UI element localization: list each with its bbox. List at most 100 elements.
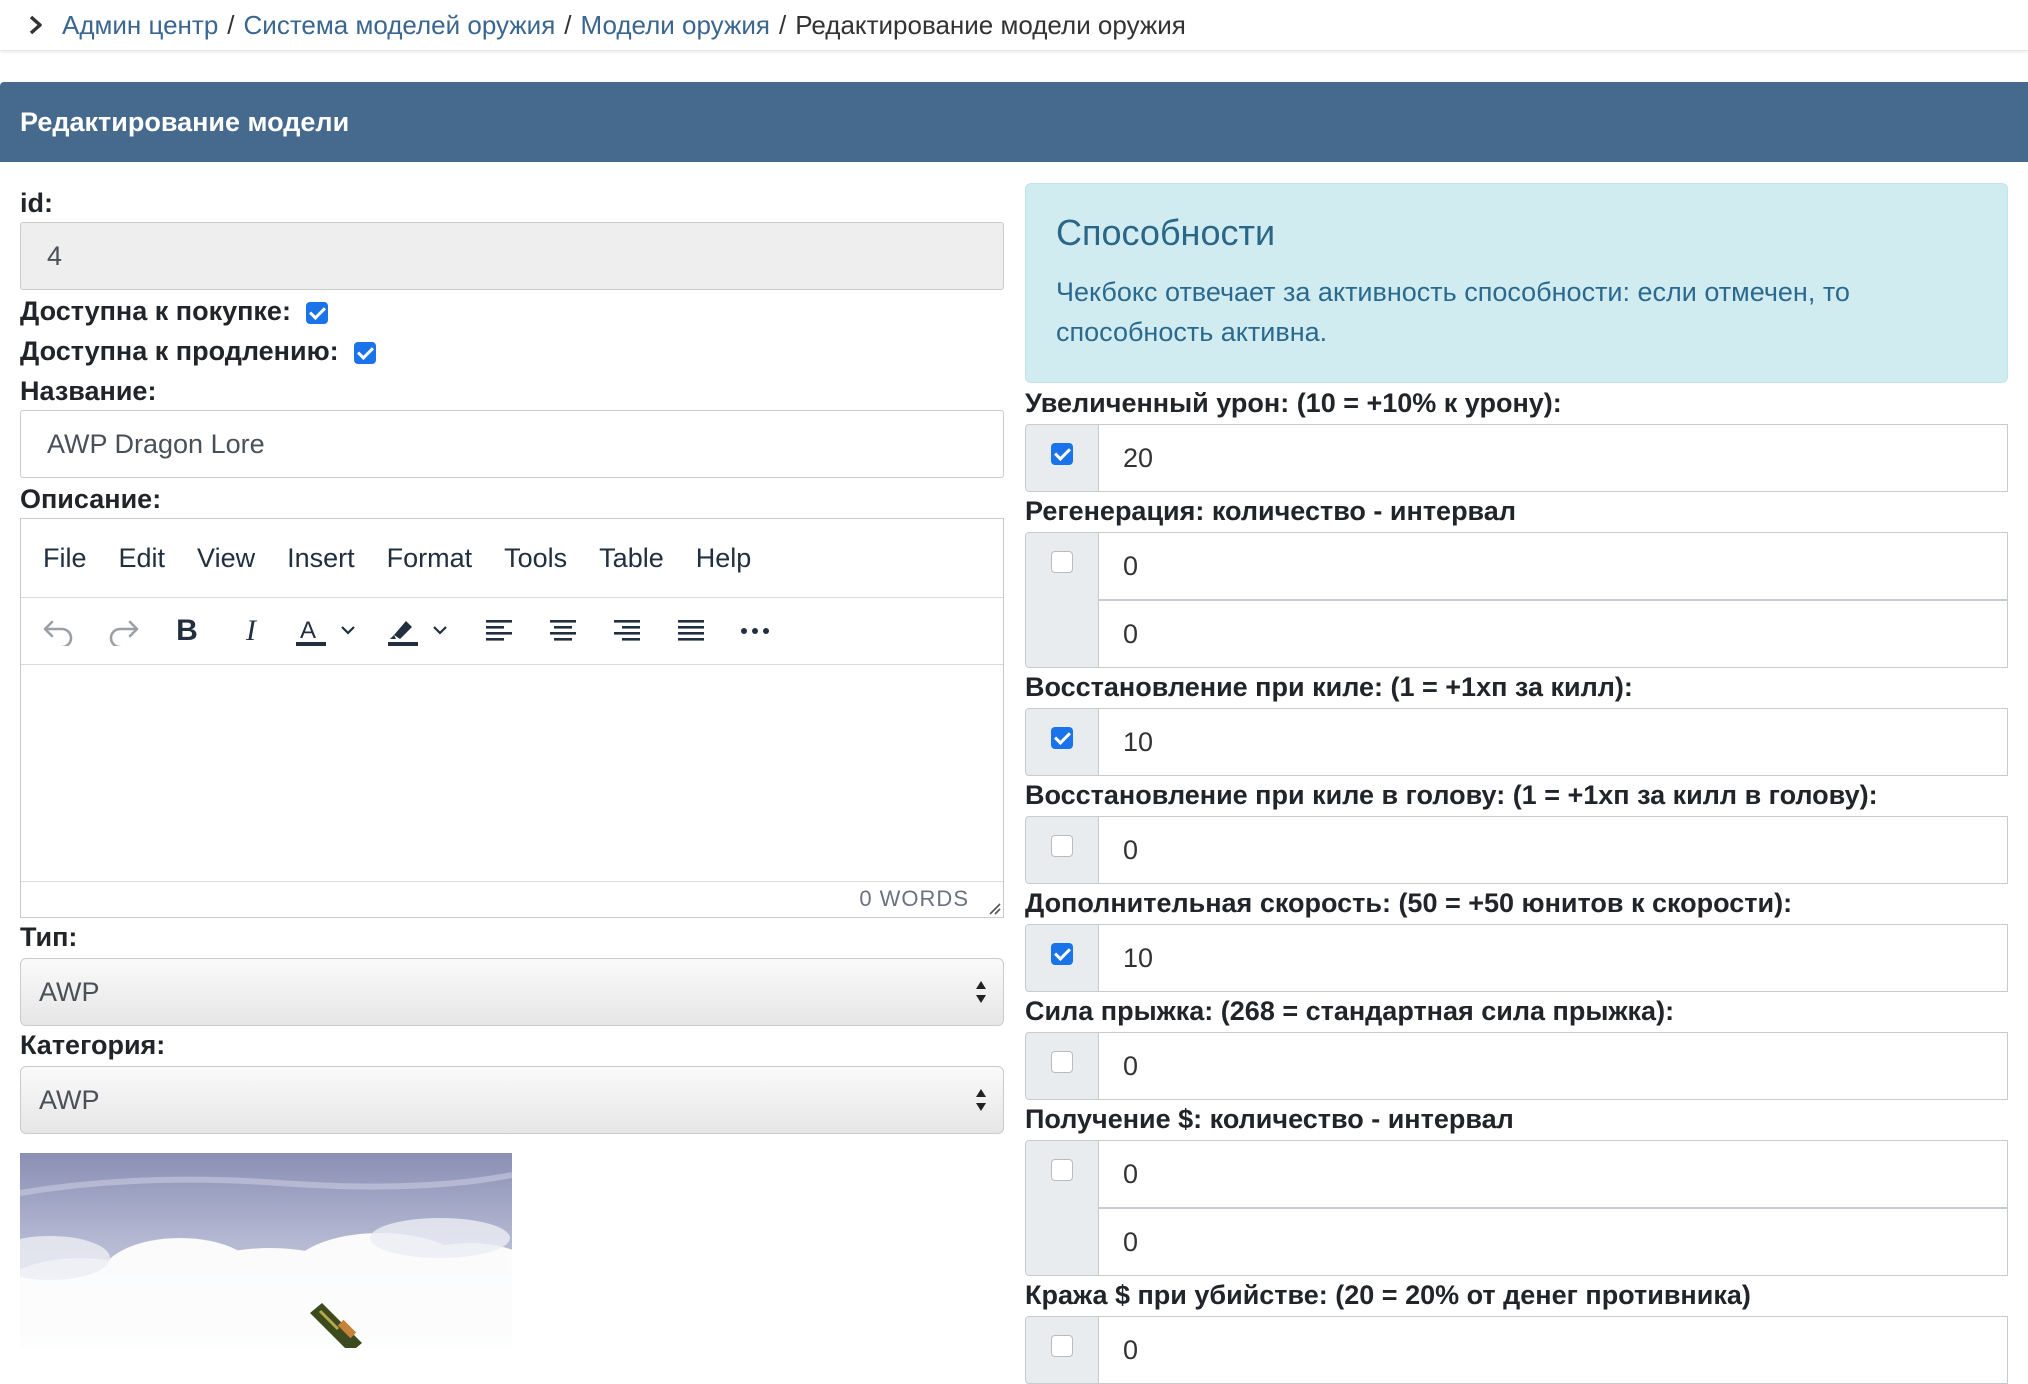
ability-input-money-interval[interactable]: 0 (1098, 1208, 2008, 1276)
ability-toggle-addon (1025, 424, 1099, 492)
ability-input-damage[interactable]: 20 (1098, 424, 2008, 492)
align-right-icon[interactable] (603, 607, 651, 655)
align-left-icon[interactable] (475, 607, 523, 655)
breadcrumb-link-admin-center[interactable]: Админ центр (62, 10, 218, 41)
ability-toggle-addon (1025, 1140, 1099, 1276)
align-justify-icon[interactable] (667, 607, 715, 655)
text-color-icon[interactable]: A (291, 607, 367, 655)
breadcrumb-link-weapon-models-system[interactable]: Система моделей оружия (244, 10, 556, 41)
ability-input-kill-heal[interactable]: 10 (1098, 708, 2008, 776)
ability-input-speed[interactable]: 10 (1098, 924, 2008, 992)
type-select[interactable]: AWP (20, 958, 1004, 1026)
renew-available-label: Доступна к продлению: (20, 336, 339, 366)
ability-input-regen-amount[interactable]: 0 (1098, 532, 2008, 600)
ability-row-headshot-heal: 0 (1025, 816, 2008, 884)
weapon-preview-image (20, 1153, 512, 1348)
ability-value: 0 (1123, 1158, 1139, 1189)
ability-value: 10 (1123, 726, 1154, 757)
buy-available-label: Доступна к покупке: (20, 296, 291, 326)
name-input[interactable]: AWP Dragon Lore (20, 410, 1004, 478)
undo-icon[interactable] (35, 607, 83, 655)
ability-label-speed: Дополнительная скорость: (50 = +50 юнито… (1025, 888, 1793, 918)
menu-insert[interactable]: Insert (271, 543, 371, 574)
rich-text-editor: File Edit View Insert Format Tools Table… (20, 518, 1004, 918)
ability-row-regen: 0 0 (1025, 532, 2008, 668)
card-title: Редактирование модели (20, 106, 350, 137)
ability-input-regen-interval[interactable]: 0 (1098, 600, 2008, 668)
highlight-icon[interactable] (383, 607, 459, 655)
chevron-right-icon (29, 15, 42, 35)
menu-edit[interactable]: Edit (103, 543, 182, 574)
category-select[interactable]: AWP (20, 1066, 1004, 1134)
ability-label-damage: Увеличенный урон: (10 = +10% к урону): (1025, 388, 1562, 418)
ability-checkbox-speed[interactable] (1051, 943, 1073, 965)
alert-text: Чекбокс отвечает за активность способнос… (1056, 277, 1850, 347)
italic-icon[interactable]: I (227, 607, 275, 655)
editor-content-area[interactable] (21, 665, 1003, 879)
editor-toolbar: B I A (21, 598, 1003, 665)
alert-title: Способности (1056, 212, 1276, 253)
buy-available-row: Доступна к покупке: (20, 296, 329, 327)
ability-input-headshot-heal[interactable]: 0 (1098, 816, 2008, 884)
more-icon[interactable] (731, 607, 779, 655)
name-value: AWP Dragon Lore (47, 428, 265, 459)
card-header: Редактирование модели (0, 82, 2028, 162)
bold-icon[interactable]: B (163, 607, 211, 655)
ability-checkbox-regen[interactable] (1051, 551, 1073, 573)
breadcrumb-current: Редактирование модели оружия (795, 9, 1186, 40)
ability-label-money-steal: Кража $ при убийстве: (20 = 20% от денег… (1025, 1280, 1751, 1310)
menu-tools[interactable]: Tools (488, 543, 583, 574)
ability-value: 0 (1123, 550, 1139, 581)
ability-row-speed: 10 (1025, 924, 2008, 992)
ability-value: 0 (1123, 1050, 1139, 1081)
ability-row-jump: 0 (1025, 1032, 2008, 1100)
type-select-value: AWP (39, 976, 100, 1007)
ability-label-headshot-heal: Восстановление при киле в голову: (1 = +… (1025, 780, 1878, 810)
editor-menubar: File Edit View Insert Format Tools Table… (21, 519, 1003, 598)
buy-available-checkbox[interactable] (306, 301, 329, 324)
ability-label-jump: Сила прыжка: (268 = стандартная сила пры… (1025, 996, 1675, 1026)
select-arrows-icon (976, 981, 986, 1003)
menu-file[interactable]: File (27, 543, 103, 574)
description-label: Описание: (20, 484, 162, 514)
ability-value: 0 (1123, 1334, 1139, 1365)
redo-icon[interactable] (99, 607, 147, 655)
ability-toggle-addon (1025, 708, 1099, 776)
breadcrumb-separator: / (778, 9, 787, 40)
breadcrumb-link-weapon-models[interactable]: Модели оружия (581, 10, 770, 41)
ability-checkbox-kill-heal[interactable] (1051, 727, 1073, 749)
ability-checkbox-headshot-heal[interactable] (1051, 835, 1073, 857)
ability-row-kill-heal: 10 (1025, 708, 2008, 776)
name-label: Название: (20, 376, 157, 406)
ability-checkbox-money-steal[interactable] (1051, 1335, 1073, 1357)
ability-label-regen: Регенерация: количество - интервал (1025, 496, 1516, 526)
menu-view[interactable]: View (181, 543, 271, 574)
ability-input-money-amount[interactable]: 0 (1098, 1140, 2008, 1208)
category-label: Категория: (20, 1030, 166, 1060)
ability-row-damage: 20 (1025, 424, 2008, 492)
menu-format[interactable]: Format (371, 543, 489, 574)
ability-row-money-steal: 0 (1025, 1316, 2008, 1384)
menu-table[interactable]: Table (583, 543, 680, 574)
breadcrumb-separator: / (227, 9, 235, 40)
category-select-value: AWP (39, 1084, 100, 1115)
ability-toggle-addon (1025, 816, 1099, 884)
ability-checkbox-damage[interactable] (1051, 443, 1073, 465)
ability-input-jump[interactable]: 0 (1098, 1032, 2008, 1100)
breadcrumb: Админ центр / Система моделей оружия / М… (0, 0, 2028, 51)
renew-available-checkbox[interactable] (354, 341, 377, 364)
ability-toggle-addon (1025, 532, 1099, 668)
type-label: Тип: (20, 922, 78, 952)
resize-handle-icon[interactable] (985, 899, 1001, 915)
breadcrumb-separator: / (564, 9, 572, 40)
ability-value: 0 (1123, 618, 1139, 649)
ability-label-money-income: Получение $: количество - интервал (1025, 1104, 1514, 1134)
select-arrows-icon (976, 1089, 986, 1111)
menu-help[interactable]: Help (680, 543, 768, 574)
ability-checkbox-jump[interactable] (1051, 1051, 1073, 1073)
ability-input-money-steal[interactable]: 0 (1098, 1316, 2008, 1384)
ability-row-money-income: 0 0 (1025, 1140, 2008, 1276)
ability-toggle-addon (1025, 924, 1099, 992)
align-center-icon[interactable] (539, 607, 587, 655)
ability-checkbox-money-income[interactable] (1051, 1159, 1073, 1181)
